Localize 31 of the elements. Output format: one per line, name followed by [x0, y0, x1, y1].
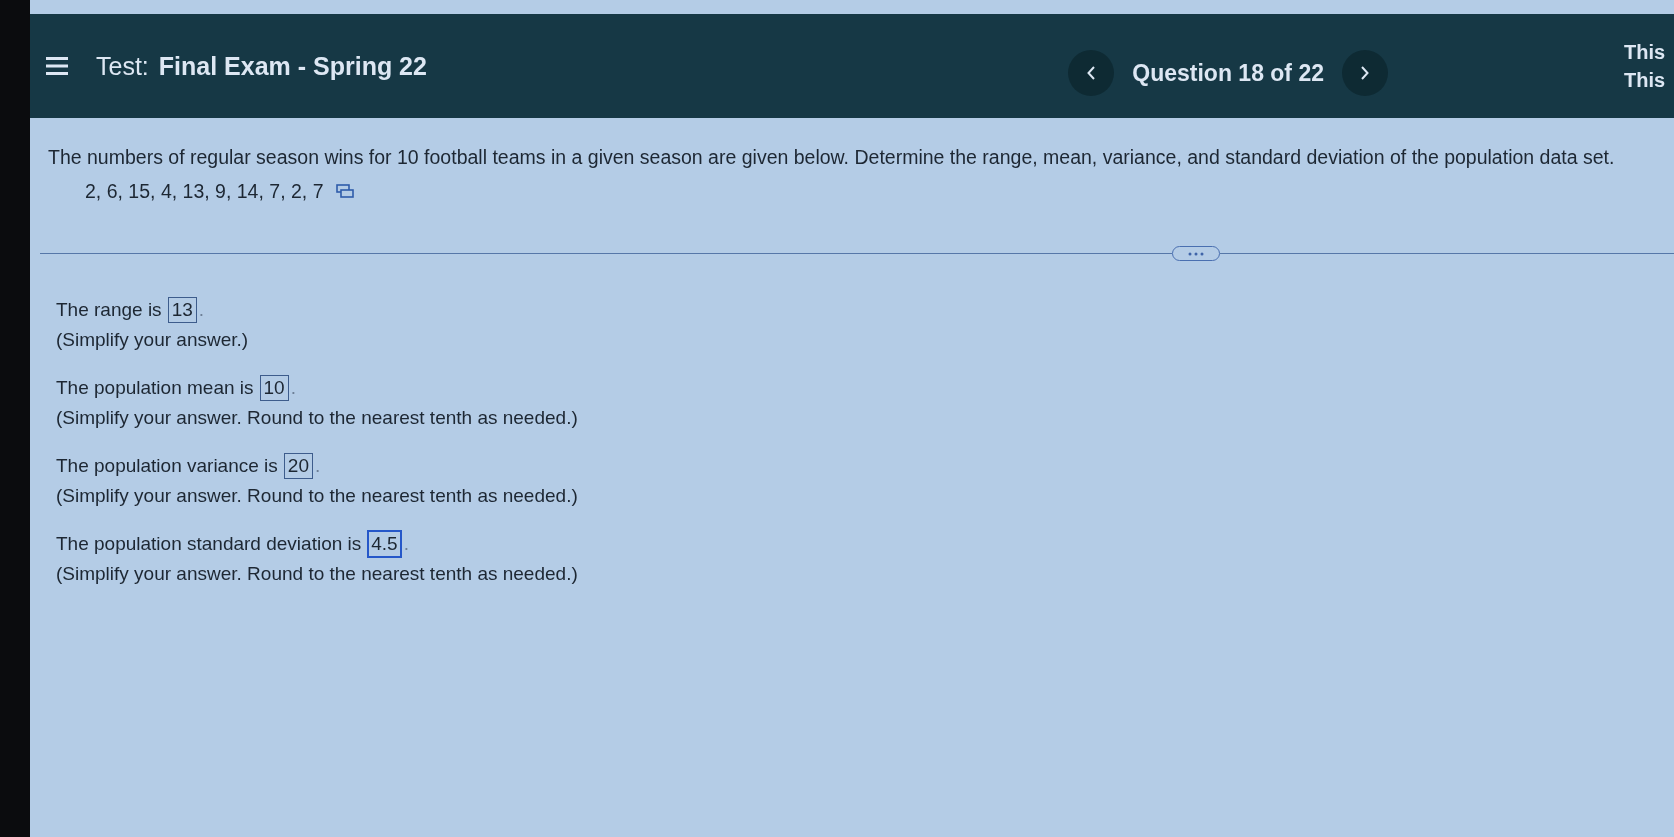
data-copy-icon[interactable] [335, 184, 354, 198]
answer-hint: (Simplify your answer. Round to the nearest tenth as needed.) [56, 484, 579, 508]
answer-hint: (Simplify your answer.) [56, 328, 250, 352]
answer-hint: (Simplify your answer. Round to the nearest tenth as needed.) [56, 406, 579, 430]
header-info-text: This [1624, 40, 1666, 65]
data-values: 2, 6, 15, 4, 13, 9, 14, 7, 2, 7 [85, 179, 324, 204]
test-label: Test: [96, 51, 149, 81]
chevron-left-icon [1087, 66, 1096, 80]
previous-question-button[interactable] [1068, 50, 1115, 96]
period-text: . [290, 377, 296, 399]
answer-prompt: The population standard deviation is [56, 533, 362, 555]
header-info-text: This [1624, 68, 1666, 93]
test-title: Final Exam - Spring 22 [158, 51, 427, 81]
question-text: The numbers of regular season wins for 10 football teams in a given season are given below. Determine the range, mean, variance, and standard deviation of the population data set. [48, 145, 1616, 170]
answer-box[interactable]: 13 [167, 297, 197, 323]
answer-hint: (Simplify your answer. Round to the nearest tenth as needed.) [56, 562, 579, 586]
answer-box[interactable]: 10 [259, 375, 289, 401]
answer-prompt: The range is [56, 299, 162, 321]
period-text: . [403, 533, 409, 555]
chevron-right-icon [1361, 66, 1369, 80]
next-question-button[interactable] [1342, 50, 1388, 96]
more-button[interactable] [1172, 246, 1220, 261]
period-text: . [314, 455, 321, 477]
answer-prompt: The population mean is [56, 377, 254, 399]
answer-prompt: The population variance is [56, 455, 278, 477]
answer-box[interactable]: 20 [283, 453, 313, 479]
answer-box[interactable]: 4.5 [367, 530, 402, 558]
menu-icon[interactable] [46, 57, 68, 75]
question-counter: Question 18 of 22 [1132, 59, 1324, 87]
period-text: . [198, 299, 205, 321]
dots-icon [1188, 251, 1204, 256]
